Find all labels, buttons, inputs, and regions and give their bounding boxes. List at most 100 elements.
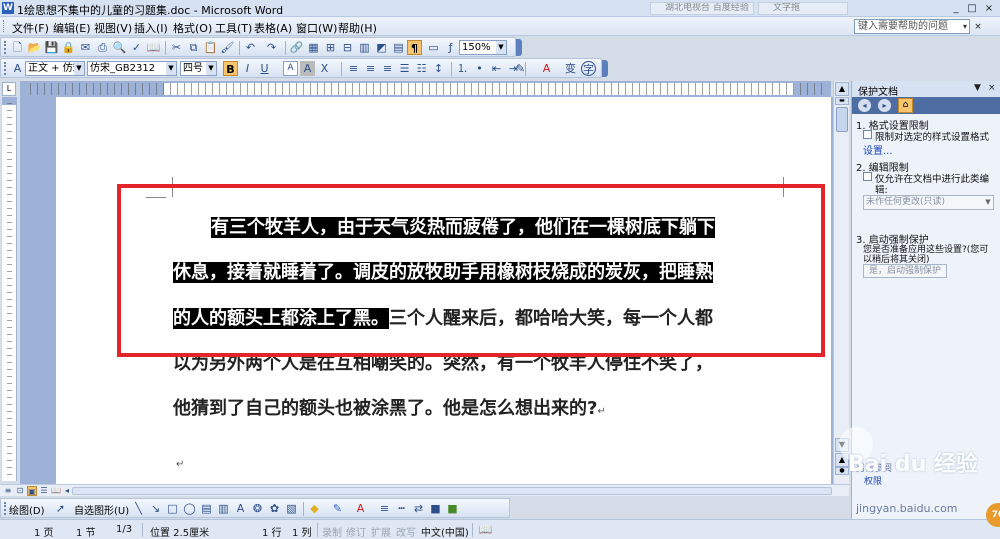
align-right-icon[interactable]: ≡ — [380, 61, 395, 76]
oval-tool-icon[interactable]: ◯ — [182, 501, 197, 516]
picture-icon[interactable]: ▧ — [284, 501, 299, 516]
menu-insert[interactable]: 插入(I) — [134, 20, 168, 36]
diagram-icon[interactable]: ❂ — [250, 501, 265, 516]
redo-icon[interactable]: ↷ — [264, 40, 279, 55]
menu-tools[interactable]: 工具(T) — [215, 20, 252, 36]
document-line[interactable]: 以为另外两个人是在互相嘲笑的。突然，有一个牧羊人停住不笑了， — [173, 354, 783, 374]
read-icon[interactable]: ▭ — [426, 40, 441, 55]
tab-selector[interactable]: L — [2, 82, 16, 96]
line-color-icon[interactable]: ✎ — [330, 501, 345, 516]
status-track-changes[interactable]: 修订 — [346, 524, 366, 539]
document-area[interactable]: 有三个牧羊人，由于天气炎热而疲倦了，他们在一棵树底下躺下 休息，接着就睡着了。调… — [20, 97, 833, 484]
doc-close-icon[interactable]: × — [972, 20, 984, 34]
vertical-textbox-icon[interactable]: ▥ — [216, 501, 231, 516]
textbox-tool-icon[interactable]: ▤ — [199, 501, 214, 516]
draw-menu-button[interactable]: 绘图(D) — [9, 502, 45, 517]
home-icon[interactable]: ⌂ — [898, 98, 913, 113]
menu-view[interactable]: 视图(V) — [94, 20, 132, 36]
formatting-restriction-checkbox[interactable] — [863, 130, 872, 139]
italic-button[interactable]: I — [240, 61, 255, 76]
print-preview-icon[interactable]: 🔍 — [112, 40, 127, 55]
character-scale-button[interactable]: X — [317, 61, 332, 76]
numbering-icon[interactable]: ⒈ — [455, 61, 470, 76]
arrow-tool-icon[interactable]: ↘ — [148, 501, 163, 516]
status-overtype[interactable]: 改写 — [396, 524, 416, 539]
document-line[interactable]: 他猜到了自己的额头也被涂黑了。他是怎么想出来的?↵ — [173, 399, 783, 422]
normal-view-icon[interactable]: ≡ — [3, 486, 13, 496]
character-border-button[interactable]: A — [283, 61, 298, 76]
browse-object-icon[interactable]: ● — [835, 467, 849, 475]
autoshapes-menu-button[interactable]: 自选图形(U) — [74, 502, 129, 517]
web-view-icon[interactable]: ⊡ — [15, 486, 25, 496]
status-extend[interactable]: 扩展 — [371, 524, 391, 539]
insert-excel-icon[interactable]: ⊟ — [340, 40, 355, 55]
scroll-up-icon[interactable]: ▲ — [835, 82, 849, 96]
shadow-style-icon[interactable]: ■ — [428, 501, 443, 516]
toolbar-grip[interactable] — [4, 62, 7, 75]
cut-icon[interactable]: ✂ — [169, 40, 184, 55]
clipart-icon[interactable]: ✿ — [267, 501, 282, 516]
style-select[interactable]: 正文 + 仿宋 ▼ — [25, 61, 85, 76]
line-tool-icon[interactable]: ╲ — [131, 501, 146, 516]
new-document-icon[interactable]: 🗋 — [10, 40, 25, 55]
bold-button[interactable]: B — [223, 61, 238, 76]
help-search-input[interactable]: 键入需要帮助的问题 — [854, 19, 970, 34]
editing-restriction-checkbox[interactable] — [863, 172, 872, 181]
back-icon[interactable]: ◂ — [858, 99, 871, 112]
vertical-scrollbar[interactable]: ▲ ▬ ▼ ▲ ● — [833, 81, 849, 484]
spelling-status-icon[interactable]: 📖 — [478, 522, 493, 537]
scroll-thumb[interactable] — [836, 107, 848, 132]
horizontal-scroll-thumb[interactable] — [72, 487, 832, 495]
font-color-button[interactable]: A — [539, 61, 554, 76]
toolbar-grip[interactable] — [4, 502, 7, 515]
menubar-grip[interactable] — [3, 20, 6, 32]
fill-color-icon[interactable]: ◆ — [307, 501, 322, 516]
select-objects-icon[interactable]: ➚ — [53, 501, 68, 516]
tables-borders-icon[interactable]: ▦ — [306, 40, 321, 55]
paste-icon[interactable]: 📋 — [203, 40, 218, 55]
line-style-icon[interactable]: ≡ — [377, 501, 392, 516]
show-hide-icon[interactable]: ¶ — [407, 40, 422, 55]
menu-format[interactable]: 格式(O) — [173, 20, 212, 36]
reading-view-icon[interactable]: 📖 — [51, 486, 61, 496]
settings-link[interactable]: 设置... — [863, 142, 893, 157]
word-app-icon[interactable]: W — [2, 2, 14, 14]
research-icon[interactable]: 📖 — [146, 40, 161, 55]
character-shading-button[interactable]: A — [300, 61, 315, 76]
status-record[interactable]: 录制 — [322, 524, 342, 539]
bullets-icon[interactable]: • — [472, 61, 487, 76]
background-window-tab[interactable]: 湖北电视台 百度经验 — [650, 2, 754, 15]
document-map-icon[interactable]: ▤ — [391, 40, 406, 55]
menu-window[interactable]: 窗口(W) — [296, 20, 337, 36]
print-icon[interactable]: ⎙ — [95, 40, 110, 55]
align-center-icon[interactable]: ≡ — [363, 61, 378, 76]
font-size-select[interactable]: 四号 ▼ — [180, 61, 217, 76]
email-icon[interactable]: ✉ — [78, 40, 93, 55]
outline-view-icon[interactable]: ☰ — [39, 486, 49, 496]
distributed-icon[interactable]: ☷ — [414, 61, 429, 76]
vertical-ruler[interactable] — [2, 97, 17, 481]
enclose-characters-button[interactable]: 字 — [581, 61, 596, 76]
drawing-icon[interactable]: ◩ — [374, 40, 389, 55]
empty-paragraph[interactable]: ↵ — [176, 452, 786, 475]
toolbar-options-icon[interactable] — [516, 39, 522, 56]
close-button[interactable]: × — [983, 2, 995, 16]
align-left-icon[interactable]: ≡ — [346, 61, 361, 76]
rectangle-tool-icon[interactable]: □ — [165, 501, 180, 516]
3d-style-icon[interactable]: ■ — [445, 501, 460, 516]
hyperlink-icon[interactable]: 🔗 — [289, 40, 304, 55]
spelling-icon[interactable]: ✓ — [129, 40, 144, 55]
open-folder-icon[interactable]: 📂 — [27, 40, 42, 55]
phonetic-guide-button[interactable]: 变 — [563, 61, 578, 76]
toolbar-options-icon[interactable] — [602, 60, 608, 77]
dash-style-icon[interactable]: ┅ — [394, 501, 409, 516]
split-handle[interactable]: ▬ — [835, 97, 849, 105]
insert-symbol-icon[interactable]: ƒ — [443, 40, 458, 55]
restore-button[interactable]: □ — [966, 2, 978, 16]
insert-table-icon[interactable]: ⊞ — [323, 40, 338, 55]
save-icon[interactable]: 💾 — [44, 40, 59, 55]
line-spacing-icon[interactable]: ↕ — [431, 61, 446, 76]
horizontal-ruler[interactable] — [20, 81, 831, 97]
editing-type-select[interactable]: 未作任何更改(只读) ▼ — [863, 195, 994, 210]
zoom-select[interactable]: 150% ▼ — [459, 40, 507, 55]
